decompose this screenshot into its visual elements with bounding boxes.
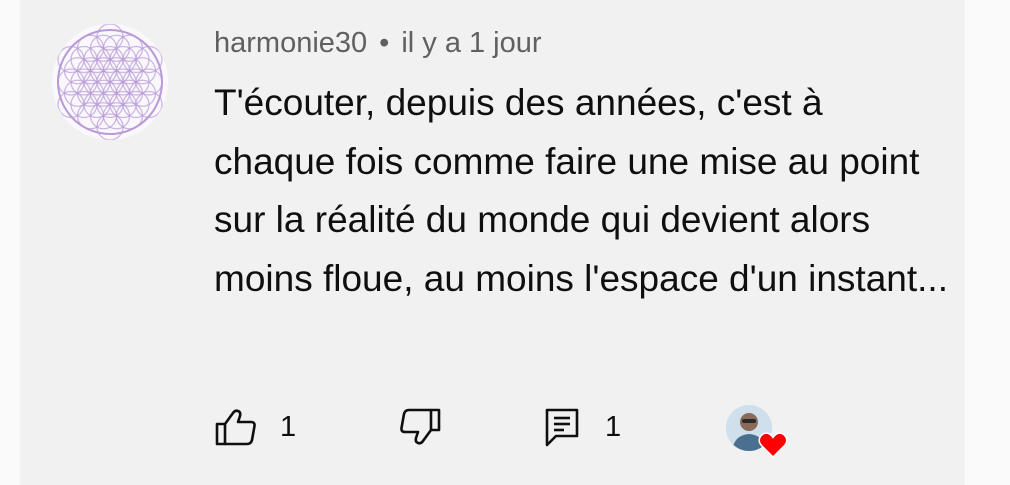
avatar[interactable] [52, 24, 168, 140]
comment-icon [545, 408, 579, 447]
dislike-button[interactable] [398, 406, 442, 448]
comment-header: harmonie30 • il y a 1 jour [214, 25, 542, 61]
reply-count: 1 [605, 410, 622, 443]
like-count: 1 [280, 410, 297, 443]
timestamp[interactable]: il y a 1 jour [401, 27, 541, 59]
comment-text: T'écouter, depuis des années, c'est à ch… [214, 82, 948, 299]
thumb-down-icon [400, 408, 441, 445]
creator-heart-badge [726, 405, 790, 463]
thumb-up-icon [215, 409, 256, 446]
heart-icon [758, 432, 788, 459]
like-button[interactable]: 1 [214, 406, 296, 448]
flower-of-life-icon [57, 24, 163, 140]
reply-button[interactable]: 1 [543, 406, 621, 448]
separator-dot: • [379, 27, 390, 59]
author-name[interactable]: harmonie30 [214, 27, 367, 59]
